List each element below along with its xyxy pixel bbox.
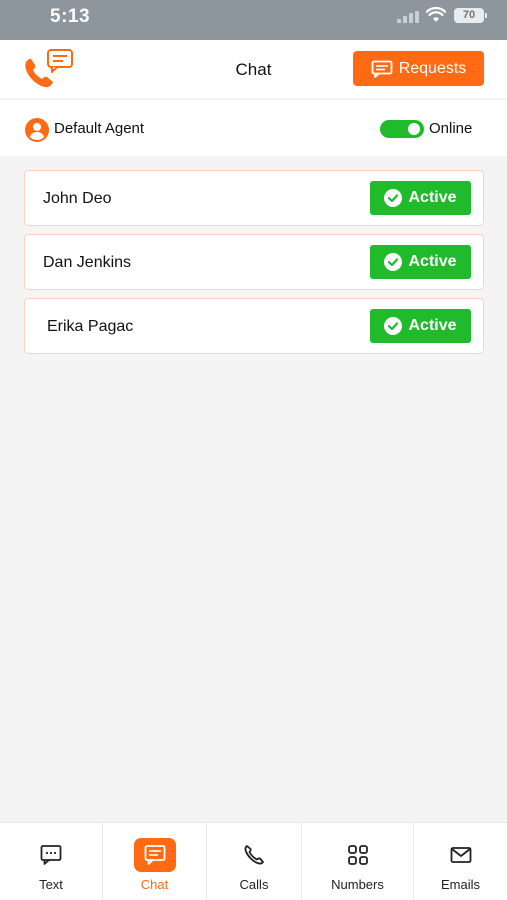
tab-emails[interactable]: Emails <box>414 823 507 900</box>
app-header: Chat Requests <box>0 40 507 98</box>
chat-contact-name: Dan Jenkins <box>43 254 132 271</box>
chat-item[interactable]: John Deo Active <box>24 170 484 226</box>
chat-list: John Deo Active Dan Jenkins Active Erika… <box>24 170 484 362</box>
message-icon <box>371 60 393 78</box>
status-label: Active <box>408 317 457 334</box>
status-time: 5:13 <box>50 6 91 27</box>
chat-contact-name: John Deo <box>43 190 112 207</box>
requests-label: Requests <box>398 59 467 77</box>
chat-item[interactable]: Erika Pagac Active <box>24 298 484 354</box>
online-label: Online <box>429 120 473 137</box>
tab-label: Text <box>39 877 63 892</box>
bottom-tab-bar: Text Chat Calls Numbers Emails <box>0 822 507 900</box>
status-label: Active <box>408 253 457 270</box>
tab-chat[interactable]: Chat <box>103 823 207 900</box>
tab-label: Numbers <box>331 877 384 892</box>
battery-level: 70 <box>454 8 484 23</box>
signal-icon <box>397 11 419 23</box>
check-circle-icon <box>384 253 403 271</box>
status-badge: Active <box>370 181 471 215</box>
grid-icon <box>347 845 368 865</box>
tab-calls[interactable]: Calls <box>207 823 302 900</box>
status-bar: 5:13 70 <box>0 0 507 40</box>
toggle-knob <box>408 123 420 135</box>
chat-contact-name: Erika Pagac <box>47 318 134 335</box>
wifi-icon <box>426 7 446 22</box>
tab-numbers[interactable]: Numbers <box>302 823 414 900</box>
status-badge: Active <box>370 245 471 279</box>
check-circle-icon <box>384 189 403 207</box>
status-label: Active <box>408 189 457 206</box>
user-icon <box>25 118 49 142</box>
battery-icon: 70 <box>454 8 488 24</box>
agent-name: Default Agent <box>54 120 145 137</box>
requests-button[interactable]: Requests <box>353 51 484 86</box>
tab-label: Chat <box>140 877 169 892</box>
tab-label: Emails <box>440 877 480 892</box>
message-icon <box>40 845 62 865</box>
chat-icon <box>144 845 165 865</box>
tab-label: Calls <box>239 877 269 892</box>
phone-icon <box>244 845 264 865</box>
online-toggle[interactable] <box>380 120 424 138</box>
check-circle-icon <box>384 317 403 335</box>
status-badge: Active <box>370 309 471 343</box>
mail-icon <box>450 847 471 863</box>
chat-item[interactable]: Dan Jenkins Active <box>24 234 484 290</box>
agent-bar: Default Agent Online <box>0 100 507 156</box>
tab-text[interactable]: Text <box>0 823 103 900</box>
